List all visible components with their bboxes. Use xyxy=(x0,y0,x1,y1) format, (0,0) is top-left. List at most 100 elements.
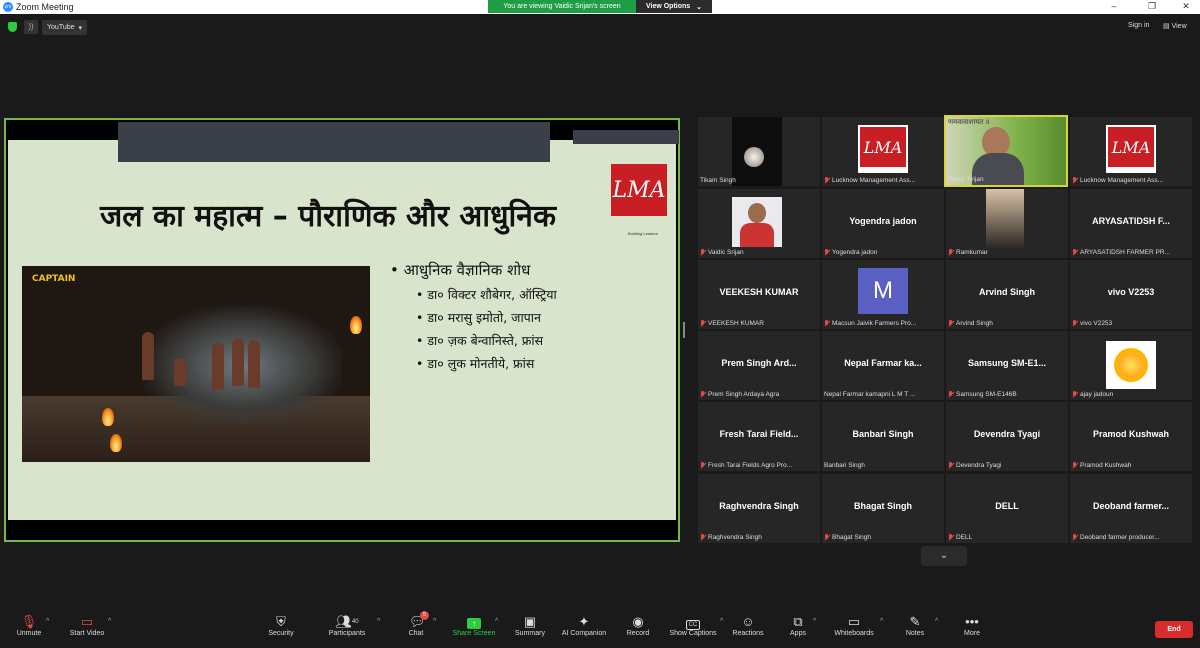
participant-tile[interactable]: VEEKESH KUMAR VEEKESH KUMAR xyxy=(698,260,820,329)
sub-bullet: • डा० मरासु इमोतो, जापान xyxy=(416,310,541,325)
apps-label: Apps xyxy=(790,630,806,637)
participant-tile[interactable]: M Macsun Jaivik Farmers Pro... xyxy=(822,260,944,329)
end-meeting-button[interactable]: End xyxy=(1155,621,1193,638)
participant-video xyxy=(732,117,782,186)
participant-name: Raghvendra Singh xyxy=(700,534,762,541)
security-button[interactable]: ⛨ Security xyxy=(264,614,298,637)
participant-tile[interactable]: Bhagat Singh Bhagat Singh xyxy=(822,474,944,543)
start-video-label: Start Video xyxy=(69,630,105,637)
participant-tile[interactable]: Prem Singh Ard... Prem Singh Ardaya Agra xyxy=(698,331,820,400)
unmute-button[interactable]: 🎙︎ Unmute xyxy=(12,614,46,637)
captions-caret[interactable]: ^ xyxy=(720,618,723,625)
participants-button[interactable]: 👥︎40 Participants xyxy=(326,614,368,637)
summary-button[interactable]: ▣ Summary xyxy=(512,614,548,637)
record-button[interactable]: ◉ Record xyxy=(624,614,652,637)
livestream-icon[interactable]: )) xyxy=(24,20,38,34)
participant-name: Lucknow Management Ass... xyxy=(824,177,915,184)
show-captions-button[interactable]: CC Show Captions xyxy=(667,614,719,637)
participant-name: Macsun Jaivik Farmers Pro... xyxy=(824,320,916,327)
participants-icon: 👥︎40 xyxy=(335,614,359,629)
participant-tile[interactable]: Fresh Tarai Field... Fresh Tarai Fields … xyxy=(698,402,820,471)
slide-header-bar xyxy=(118,122,550,162)
participant-tile[interactable]: Samsung SM-E1... Samsung SM-E146B xyxy=(946,331,1068,400)
start-video-button[interactable]: ▭ Start Video xyxy=(66,614,108,637)
participant-tile[interactable]: Tikam Singh xyxy=(698,117,820,186)
chat-button[interactable]: 💬︎ 5 Chat xyxy=(404,611,429,637)
minimize-button[interactable]: – xyxy=(1102,0,1126,13)
record-icon: ◉ xyxy=(632,614,644,629)
figure-shape xyxy=(212,342,224,390)
participant-tile[interactable]: Ramkumar xyxy=(946,189,1068,258)
view-button[interactable]: ▤ View xyxy=(1163,22,1187,30)
participant-tile[interactable]: Pramod Kushwah Pramod Kushwah xyxy=(1070,402,1192,471)
gallery-next-page-button[interactable]: ⌄ xyxy=(921,546,967,566)
participant-tile[interactable]: DELL DELL xyxy=(946,474,1068,543)
participant-avatar xyxy=(732,197,782,247)
participant-tile[interactable]: LMA Lucknow Management Ass... xyxy=(1070,117,1192,186)
apps-button[interactable]: ⧉ Apps xyxy=(786,614,810,637)
participants-count: 40 xyxy=(351,619,359,625)
muted-mic-icon xyxy=(824,320,830,327)
muted-mic-icon xyxy=(1072,177,1078,184)
notes-caret[interactable]: ^ xyxy=(935,618,938,625)
video-options-caret[interactable]: ^ xyxy=(108,618,111,625)
meeting-top-bar: )) YouTube ▾ xyxy=(0,14,1200,40)
sub-bullet-text: डा० लुक मोनतीये, फ्रांस xyxy=(427,356,535,371)
whiteboards-caret[interactable]: ^ xyxy=(880,618,883,625)
participant-display-name: DELL xyxy=(995,501,1019,511)
participant-name: Nepal Farmar kamapni L M T ... xyxy=(824,391,916,398)
torch-flame-icon xyxy=(350,316,362,334)
notes-button[interactable]: ✎ Notes xyxy=(902,614,928,637)
active-speaker-tile[interactable]: णमवावाशायत ॥ Vaidic Srijan xyxy=(944,115,1068,187)
participant-display-name: Nepal Farmar ka... xyxy=(844,358,922,368)
chat-caret[interactable]: ^ xyxy=(433,618,436,625)
participant-name: Vaidic Srijan xyxy=(700,249,744,256)
youtube-live-button[interactable]: YouTube ▾ xyxy=(42,20,88,35)
participant-tile[interactable]: Banbari Singh Banbari Singh xyxy=(822,402,944,471)
participant-display-name: Samsung SM-E1... xyxy=(967,358,1047,368)
audio-options-caret[interactable]: ^ xyxy=(46,618,49,625)
participant-tile[interactable]: Vaidic Srijan xyxy=(698,189,820,258)
participant-tile[interactable]: Deoband farmer... Deoband farmer produce… xyxy=(1070,474,1192,543)
reactions-button[interactable]: ☺ Reactions xyxy=(730,614,766,637)
sign-in-link[interactable]: Sign in xyxy=(1128,22,1149,29)
panel-resize-handle[interactable] xyxy=(683,322,685,338)
participant-tile[interactable]: Arvind Singh Arvind Singh xyxy=(946,260,1068,329)
participant-tile[interactable]: Yogendra jadon Yogendra jadon xyxy=(822,189,944,258)
participant-name: ajay jadoun xyxy=(1072,391,1113,398)
participants-caret[interactable]: ^ xyxy=(377,618,380,625)
summary-icon: ▣ xyxy=(523,614,537,629)
muted-mic-icon xyxy=(824,249,830,256)
maximize-button[interactable]: ❐ xyxy=(1140,0,1164,13)
encryption-shield-icon[interactable] xyxy=(8,22,17,32)
apps-caret[interactable]: ^ xyxy=(813,618,816,625)
participant-tile[interactable]: ajay jadoun xyxy=(1070,331,1192,400)
close-window-button[interactable]: ✕ xyxy=(1174,0,1198,13)
shared-screen[interactable]: जल का महात्म – पौराणिक और आधुनिक LMA Bui… xyxy=(4,118,680,542)
participant-tile[interactable]: vivo V2253 vivo V2253 xyxy=(1070,260,1192,329)
share-caret[interactable]: ^ xyxy=(495,618,498,625)
share-screen-button[interactable]: ↑ Share Screen xyxy=(450,614,498,637)
participant-tile[interactable]: ARYASATIDSH F... ARYASATIDSH FARMER PR..… xyxy=(1070,189,1192,258)
participant-tile[interactable]: Raghvendra Singh Raghvendra Singh xyxy=(698,474,820,543)
muted-mic-icon xyxy=(824,177,830,184)
video-watermark: CAPTAIN xyxy=(32,274,76,284)
lma-avatar: LMA xyxy=(858,125,908,173)
muted-mic-icon xyxy=(700,320,706,327)
muted-mic-icon xyxy=(1072,320,1078,327)
muted-mic-icon xyxy=(824,534,830,541)
participant-tile[interactable]: LMA Lucknow Management Ass... xyxy=(822,117,944,186)
participant-tile[interactable]: Devendra Tyagi Devendra Tyagi xyxy=(946,402,1068,471)
figure-shape xyxy=(248,340,260,388)
captions-icon: CC xyxy=(667,614,719,630)
whiteboards-button[interactable]: ▭ Whiteboards xyxy=(830,614,878,637)
ai-companion-button[interactable]: ✦ AI Companion xyxy=(558,614,610,637)
reactions-label: Reactions xyxy=(732,630,764,637)
participant-tile[interactable]: Nepal Farmar ka... Nepal Farmar kamapni … xyxy=(822,331,944,400)
more-button[interactable]: ••• More xyxy=(958,614,986,637)
youtube-label: YouTube xyxy=(47,24,75,31)
participant-name: Vaidic Srijan xyxy=(948,176,984,183)
figure-shape xyxy=(142,332,154,380)
muted-mic-icon: 🎙︎ xyxy=(20,614,38,629)
view-options-button[interactable]: View Options ⌄ xyxy=(636,0,712,13)
